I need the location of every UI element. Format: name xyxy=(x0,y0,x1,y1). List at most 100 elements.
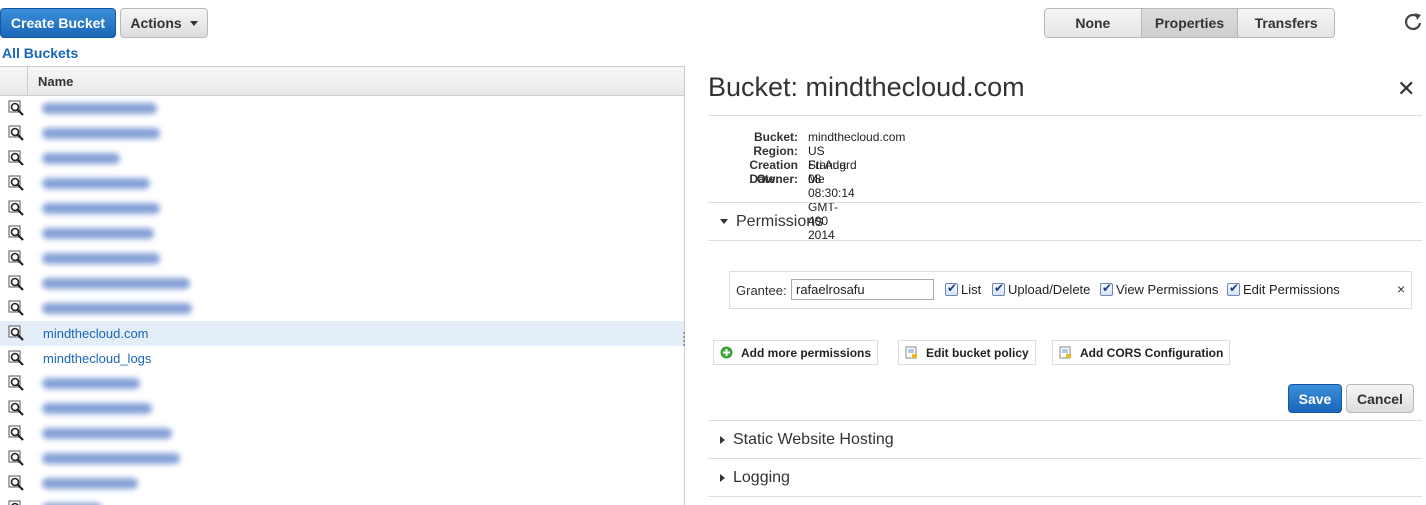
table-row[interactable]: mindthecloud_logs xyxy=(0,346,684,371)
checkbox-checked-icon xyxy=(945,281,958,296)
divider xyxy=(708,115,1422,116)
document-edit-icon xyxy=(1059,346,1071,359)
magnifier-icon[interactable] xyxy=(8,200,26,218)
redacted-name xyxy=(42,203,160,214)
checkbox-checked-icon xyxy=(992,281,1005,296)
page-title: Bucket: mindthecloud.com xyxy=(708,72,1025,102)
view-permissions-label: View Permissions xyxy=(1116,282,1219,297)
view-permissions-checkbox[interactable]: View Permissions xyxy=(1100,281,1219,297)
table-row[interactable] xyxy=(0,496,684,505)
magnifier-icon[interactable] xyxy=(8,325,26,343)
table-row[interactable] xyxy=(0,296,684,321)
owner-key: Owner: xyxy=(756,172,798,186)
collapsed-arrow-icon xyxy=(720,435,725,444)
magnifier-icon[interactable] xyxy=(8,175,26,193)
document-edit-icon xyxy=(905,346,917,359)
table-row[interactable] xyxy=(0,246,684,271)
list-label: List xyxy=(961,282,982,297)
add-more-permissions-label: Add more permissions xyxy=(741,345,872,360)
magnifier-icon[interactable] xyxy=(8,375,26,393)
redacted-name xyxy=(42,478,138,489)
add-circle-icon xyxy=(720,346,733,359)
magnifier-icon[interactable] xyxy=(8,125,26,143)
magnifier-icon[interactable] xyxy=(8,100,26,118)
checkbox-checked-icon xyxy=(1227,281,1240,296)
close-icon[interactable]: ✕ xyxy=(1397,76,1415,102)
table-row[interactable] xyxy=(0,146,684,171)
panel-divider[interactable] xyxy=(684,66,685,505)
edit-bucket-policy-button[interactable]: Edit bucket policy xyxy=(898,340,1036,365)
table-row[interactable] xyxy=(0,421,684,446)
upload-delete-checkbox[interactable]: Upload/Delete xyxy=(992,281,1091,297)
list-checkbox[interactable]: List xyxy=(945,281,982,297)
magnifier-icon[interactable] xyxy=(8,225,26,243)
divider xyxy=(708,202,1422,203)
magnifier-icon[interactable] xyxy=(8,250,26,268)
table-row[interactable]: mindthecloud.com xyxy=(0,321,684,346)
tab-transfers[interactable]: Transfers xyxy=(1238,9,1334,37)
static-website-hosting-toggle[interactable]: Static Website Hosting xyxy=(720,431,894,449)
table-row[interactable] xyxy=(0,171,684,196)
table-row[interactable] xyxy=(0,196,684,221)
divider xyxy=(708,496,1422,497)
magnifier-icon[interactable] xyxy=(8,275,26,293)
grantee-input[interactable] xyxy=(791,279,934,300)
edit-permissions-label: Edit Permissions xyxy=(1243,282,1340,297)
table-row[interactable] xyxy=(0,271,684,296)
logging-toggle[interactable]: Logging xyxy=(720,469,790,487)
edit-permissions-checkbox[interactable]: Edit Permissions xyxy=(1227,281,1340,297)
magnifier-icon[interactable] xyxy=(8,400,26,418)
permissions-section-toggle[interactable]: Permissions xyxy=(720,213,823,231)
actions-label: Actions xyxy=(130,15,182,31)
save-button[interactable]: Save xyxy=(1288,384,1342,413)
table-row[interactable] xyxy=(0,471,684,496)
tab-none[interactable]: None xyxy=(1045,9,1142,37)
region-key: Region: xyxy=(753,144,798,158)
table-row[interactable] xyxy=(0,371,684,396)
chevron-down-icon xyxy=(189,20,198,26)
redacted-name xyxy=(42,128,160,139)
table-row[interactable] xyxy=(0,446,684,471)
grantee-label: Grantee: xyxy=(736,283,787,298)
expanded-arrow-icon xyxy=(720,219,728,225)
edit-bucket-policy-label: Edit bucket policy xyxy=(926,345,1029,360)
magnifier-icon[interactable] xyxy=(8,475,26,493)
divider xyxy=(708,420,1422,421)
table-row[interactable] xyxy=(0,396,684,421)
divider xyxy=(708,240,1422,241)
refresh-icon[interactable] xyxy=(1402,10,1424,32)
create-bucket-button[interactable]: Create Bucket xyxy=(0,8,116,38)
checkbox-checked-icon xyxy=(1100,281,1113,296)
add-more-permissions-button[interactable]: Add more permissions xyxy=(713,340,879,365)
bucket-name[interactable]: mindthecloud_logs xyxy=(43,351,151,366)
magnifier-icon[interactable] xyxy=(8,500,26,505)
divider xyxy=(708,458,1422,459)
name-column-header[interactable]: Name xyxy=(38,74,73,89)
upload-delete-label: Upload/Delete xyxy=(1008,282,1091,297)
resize-grip-icon[interactable] xyxy=(683,332,687,346)
bucket-list: Name mindthecloud.com mindthecloud_logs xyxy=(0,66,684,505)
bucket-key: Bucket: xyxy=(753,130,798,144)
table-row[interactable] xyxy=(0,121,684,146)
tab-properties[interactable]: Properties xyxy=(1141,9,1239,37)
actions-dropdown[interactable]: Actions xyxy=(120,8,208,38)
owner-value: Me xyxy=(808,172,825,186)
magnifier-icon[interactable] xyxy=(8,300,26,318)
permissions-label: Permissions xyxy=(736,213,824,230)
view-toggle: None Properties Transfers xyxy=(1044,8,1335,38)
add-cors-configuration-label: Add CORS Configuration xyxy=(1080,345,1224,360)
magnifier-icon[interactable] xyxy=(8,150,26,168)
cancel-button[interactable]: Cancel xyxy=(1346,384,1414,413)
magnifier-icon[interactable] xyxy=(8,350,26,368)
bucket-name[interactable]: mindthecloud.com xyxy=(43,326,149,341)
add-cors-configuration-button[interactable]: Add CORS Configuration xyxy=(1052,340,1231,365)
redacted-name xyxy=(42,153,120,164)
redacted-name xyxy=(42,428,172,439)
remove-grantee-icon[interactable]: × xyxy=(1397,281,1405,297)
magnifier-icon[interactable] xyxy=(8,425,26,443)
table-row[interactable] xyxy=(0,221,684,246)
table-row[interactable] xyxy=(0,96,684,121)
magnifier-icon[interactable] xyxy=(8,450,26,468)
redacted-name xyxy=(42,303,192,314)
breadcrumb[interactable]: All Buckets xyxy=(2,45,78,61)
